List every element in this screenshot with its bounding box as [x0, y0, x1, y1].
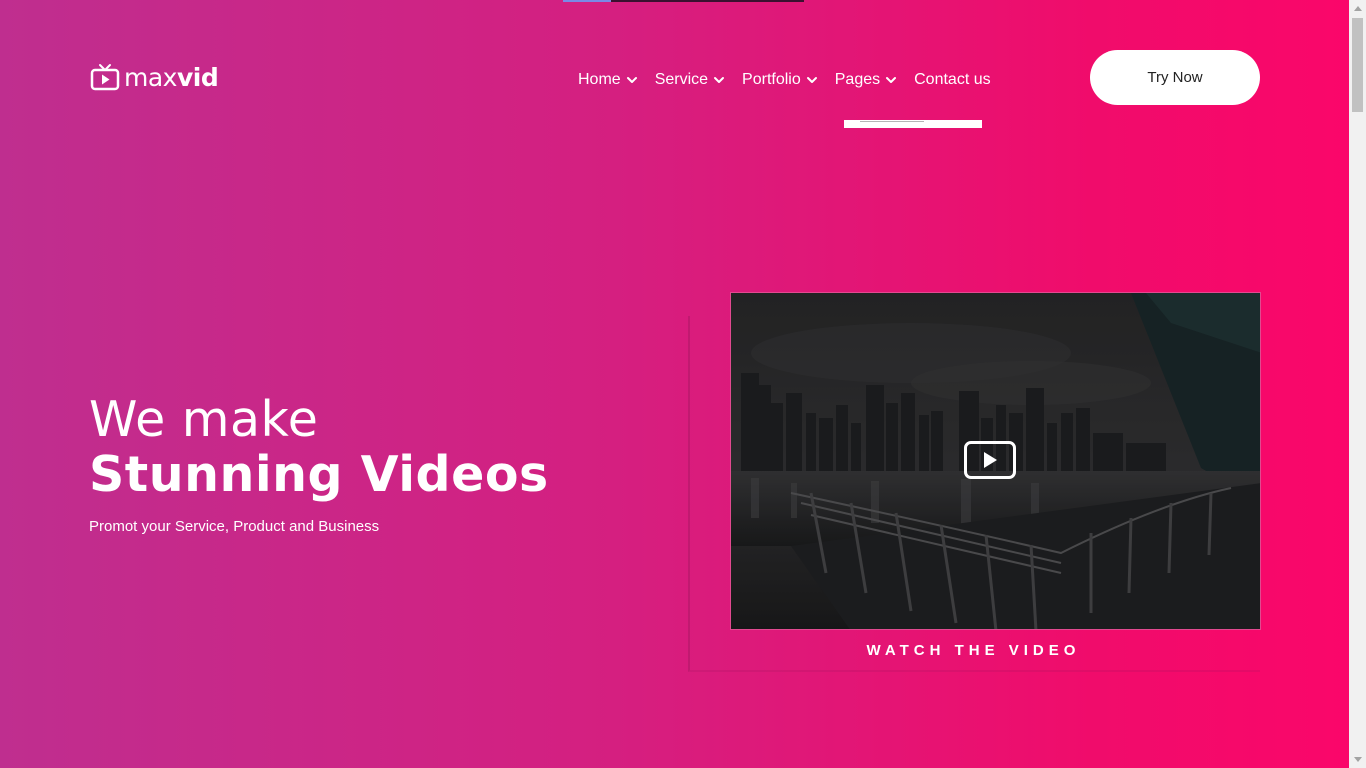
chevron-down-icon	[714, 77, 725, 83]
chevron-down-icon	[886, 77, 897, 83]
nav-label-contact: Contact us	[914, 71, 991, 88]
scroll-down-arrow-icon[interactable]	[1349, 751, 1366, 768]
nav-label-service: Service	[654, 71, 709, 88]
scroll-up-arrow-icon[interactable]	[1349, 0, 1366, 17]
hero-title-line1: We make	[89, 391, 319, 448]
watch-video-caption[interactable]: WATCH THE VIDEO	[730, 642, 1217, 659]
pages-dropdown-menu[interactable]	[844, 120, 982, 128]
nav-item-portfolio[interactable]: Portfolio	[742, 69, 818, 91]
nav-label-pages: Pages	[834, 71, 881, 88]
nav-item-home[interactable]: Home	[578, 69, 638, 91]
nav-label-home: Home	[578, 71, 621, 88]
chevron-down-icon	[806, 77, 817, 83]
hero-title-line2: Stunning Videos	[89, 446, 549, 503]
nav-label-portfolio: Portfolio	[742, 71, 801, 88]
try-now-button[interactable]: Try Now	[1090, 50, 1260, 105]
logo-text-max: max	[124, 62, 177, 92]
play-icon	[984, 452, 997, 468]
logo-text-vid: vid	[176, 62, 219, 92]
scrollbar-thumb[interactable]	[1352, 18, 1363, 112]
nav-item-contact[interactable]: Contact us	[914, 69, 990, 91]
nav-item-service[interactable]: Service	[655, 69, 725, 91]
play-button[interactable]	[964, 441, 1016, 479]
main-nav: Home Service Portfolio Pages Contact us	[578, 69, 991, 91]
nav-item-pages[interactable]: Pages	[835, 69, 897, 91]
dropdown-item-stub	[860, 121, 924, 122]
chevron-down-icon	[626, 77, 637, 83]
video-thumbnail[interactable]	[730, 292, 1261, 630]
site-logo[interactable]: max vid	[90, 62, 219, 92]
page-loading-bar	[563, 0, 804, 2]
tv-play-icon	[90, 64, 120, 91]
hero-subtitle: Promot your Service, Product and Busines…	[89, 518, 380, 535]
page-scrollbar[interactable]	[1349, 0, 1366, 768]
loading-progress	[563, 0, 612, 2]
